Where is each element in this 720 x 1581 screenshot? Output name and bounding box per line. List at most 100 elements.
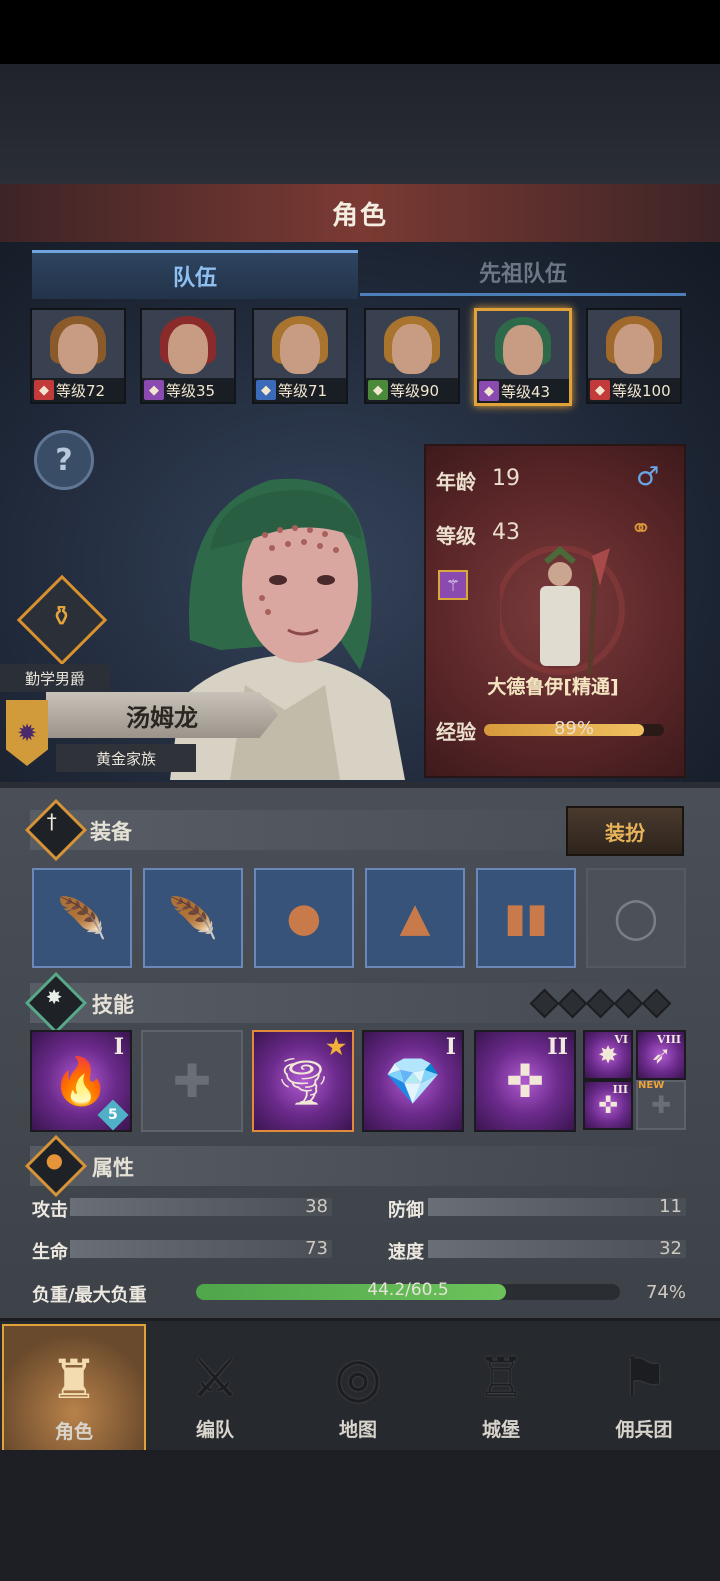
claw-weapon-icon: 🪶 — [168, 895, 218, 942]
passive-skill-3[interactable]: ✜ III — [583, 1080, 633, 1130]
potion-icon: ⚱ — [49, 599, 74, 633]
defense-label: 防御 — [388, 1200, 424, 1221]
level-label: 等级35 — [166, 381, 216, 400]
skill-level-text: 5 — [108, 1107, 118, 1123]
load-percent: 74% — [645, 1282, 686, 1303]
bottom-background — [0, 1450, 720, 1581]
skill-slot-5[interactable]: ✜ II — [474, 1030, 576, 1132]
class-figure — [500, 546, 625, 675]
tab-team[interactable]: 队伍 — [32, 250, 358, 299]
level-label: 等级 — [436, 524, 476, 548]
ring-icon[interactable]: ⚭ — [630, 514, 652, 544]
skill-icon: ✚ — [172, 1054, 212, 1108]
staff-icon: ◆ — [144, 380, 164, 400]
portrait-level: ◆ 等级35 — [142, 378, 234, 402]
equipment-slot-5[interactable]: ▮▮ — [476, 868, 576, 968]
noble-title: 勤学男爵 — [0, 664, 110, 692]
equipment-slot-3[interactable]: ● — [254, 868, 354, 968]
nav-map-label: 地图 — [338, 1419, 377, 1441]
question-icon: ? — [55, 442, 73, 478]
load-text: 44.2/60.5 — [367, 1280, 449, 1300]
party-member-1[interactable]: ◆ 等级72 — [30, 308, 126, 404]
portrait-level: ◆ 等级90 — [366, 378, 458, 402]
skill-slot-3[interactable]: 🌪 ★ — [252, 1030, 354, 1132]
hp-value: 73 — [305, 1238, 328, 1259]
nav-character-label: 角色 — [54, 1421, 93, 1443]
help-button[interactable]: ? — [34, 430, 94, 490]
nav-mercenary-icon: ⚑ — [619, 1346, 669, 1409]
nav-castle-label: 城堡 — [481, 1419, 520, 1441]
age-label: 年龄 — [436, 470, 476, 494]
tab-ancestor-team[interactable]: 先祖队伍 — [360, 250, 686, 296]
nav-mercenary[interactable]: ⚑ 佣兵团 — [574, 1324, 714, 1448]
status-bar — [0, 0, 720, 64]
skill-rank: VIII — [657, 1033, 681, 1046]
crossed-swords-icon: ◆ — [368, 380, 388, 400]
character-name[interactable]: 汤姆龙 — [46, 692, 278, 738]
new-badge: NEW — [638, 1080, 665, 1091]
party-member-3[interactable]: ◆ 等级71 — [252, 308, 348, 404]
party-member-6[interactable]: ◆ 等级100 — [586, 308, 682, 404]
hood-icon: ● — [286, 895, 322, 941]
equipment-slot-2[interactable]: 🪶 — [143, 868, 243, 968]
horse-icon: ◆ — [34, 380, 54, 400]
skill-slot-1[interactable]: 🔥 I 5 — [30, 1030, 132, 1132]
level-label: 等级100 — [612, 381, 671, 400]
portrait-level: ◆ 等级43 — [477, 379, 569, 403]
skill-slot-4[interactable]: 💎 I — [362, 1030, 464, 1132]
skill-rank: VI — [614, 1033, 628, 1046]
level-value: 43 — [492, 520, 520, 545]
nav-mercenary-label: 佣兵团 — [615, 1419, 673, 1441]
nav-castle[interactable]: ♖ 城堡 — [431, 1324, 571, 1448]
equipment-title: 装备 — [90, 820, 132, 844]
portrait-level: ◆ 等级72 — [32, 378, 124, 402]
exp-percent: 89% — [553, 718, 594, 739]
skill-icon: ✜ — [505, 1054, 545, 1108]
age-value: 19 — [492, 466, 520, 491]
sword-icon: ◆ — [256, 380, 276, 400]
skill-icon: 💎 — [384, 1053, 442, 1108]
equipment-slot-6[interactable]: ◯ — [586, 868, 686, 968]
dagger-icon: † — [46, 809, 57, 834]
passive-skill-icon: ✚ — [650, 1091, 672, 1119]
portrait-face — [168, 324, 208, 374]
class-name: 大德鲁伊[精通] — [487, 676, 619, 698]
party-member-2[interactable]: ◆ 等级35 — [140, 308, 236, 404]
nav-formation[interactable]: ⚔ 编队 — [145, 1324, 285, 1448]
speed-value: 32 — [659, 1238, 682, 1259]
outfit-button[interactable]: 装扮 — [566, 806, 684, 856]
level-label: 等级43 — [501, 382, 551, 401]
top-background — [0, 64, 720, 184]
page-title: 角色 — [0, 184, 720, 244]
skill-slot-2[interactable]: ✚ — [141, 1030, 243, 1132]
male-icon: ♂ — [636, 462, 660, 492]
party-member-4[interactable]: ◆ 等级90 — [364, 308, 460, 404]
ring-icon: ◯ — [613, 895, 659, 941]
nav-character[interactable]: ♜ 角色 — [2, 1324, 146, 1452]
passive-skill-1[interactable]: ✸ VI — [583, 1030, 633, 1080]
nav-formation-icon: ⚔ — [190, 1346, 240, 1409]
nav-formation-label: 编队 — [195, 1419, 234, 1441]
passive-skill-2[interactable]: ➶ VIII — [636, 1030, 686, 1080]
level-label: 等级71 — [278, 381, 328, 400]
portrait-face — [503, 325, 543, 375]
portrait-face — [280, 324, 320, 374]
skills-title: 技能 — [92, 993, 134, 1017]
speed-label: 速度 — [388, 1242, 424, 1263]
nav-map[interactable]: ◎ 地图 — [288, 1324, 428, 1448]
passive-skill-4[interactable]: ✚ NEW — [636, 1080, 686, 1130]
skill-rank: ★ — [326, 1034, 346, 1060]
party-member-5[interactable]: ◆ 等级43 — [474, 308, 572, 406]
equipment-slot-4[interactable]: ▲ — [365, 868, 465, 968]
level-label: 等级90 — [390, 381, 440, 400]
portrait-face — [58, 324, 98, 374]
attack-label: 攻击 — [32, 1200, 68, 1221]
skill-rank: III — [612, 1083, 628, 1096]
figure-icon: ● — [45, 1148, 64, 1173]
boots-icon: ▮▮ — [503, 895, 549, 941]
portrait-face — [392, 324, 432, 374]
portrait-face — [614, 324, 654, 374]
nav-character-icon: ♜ — [49, 1348, 99, 1411]
equipment-slot-1[interactable]: 🪶 — [32, 868, 132, 968]
attributes-title: 属性 — [92, 1156, 134, 1180]
